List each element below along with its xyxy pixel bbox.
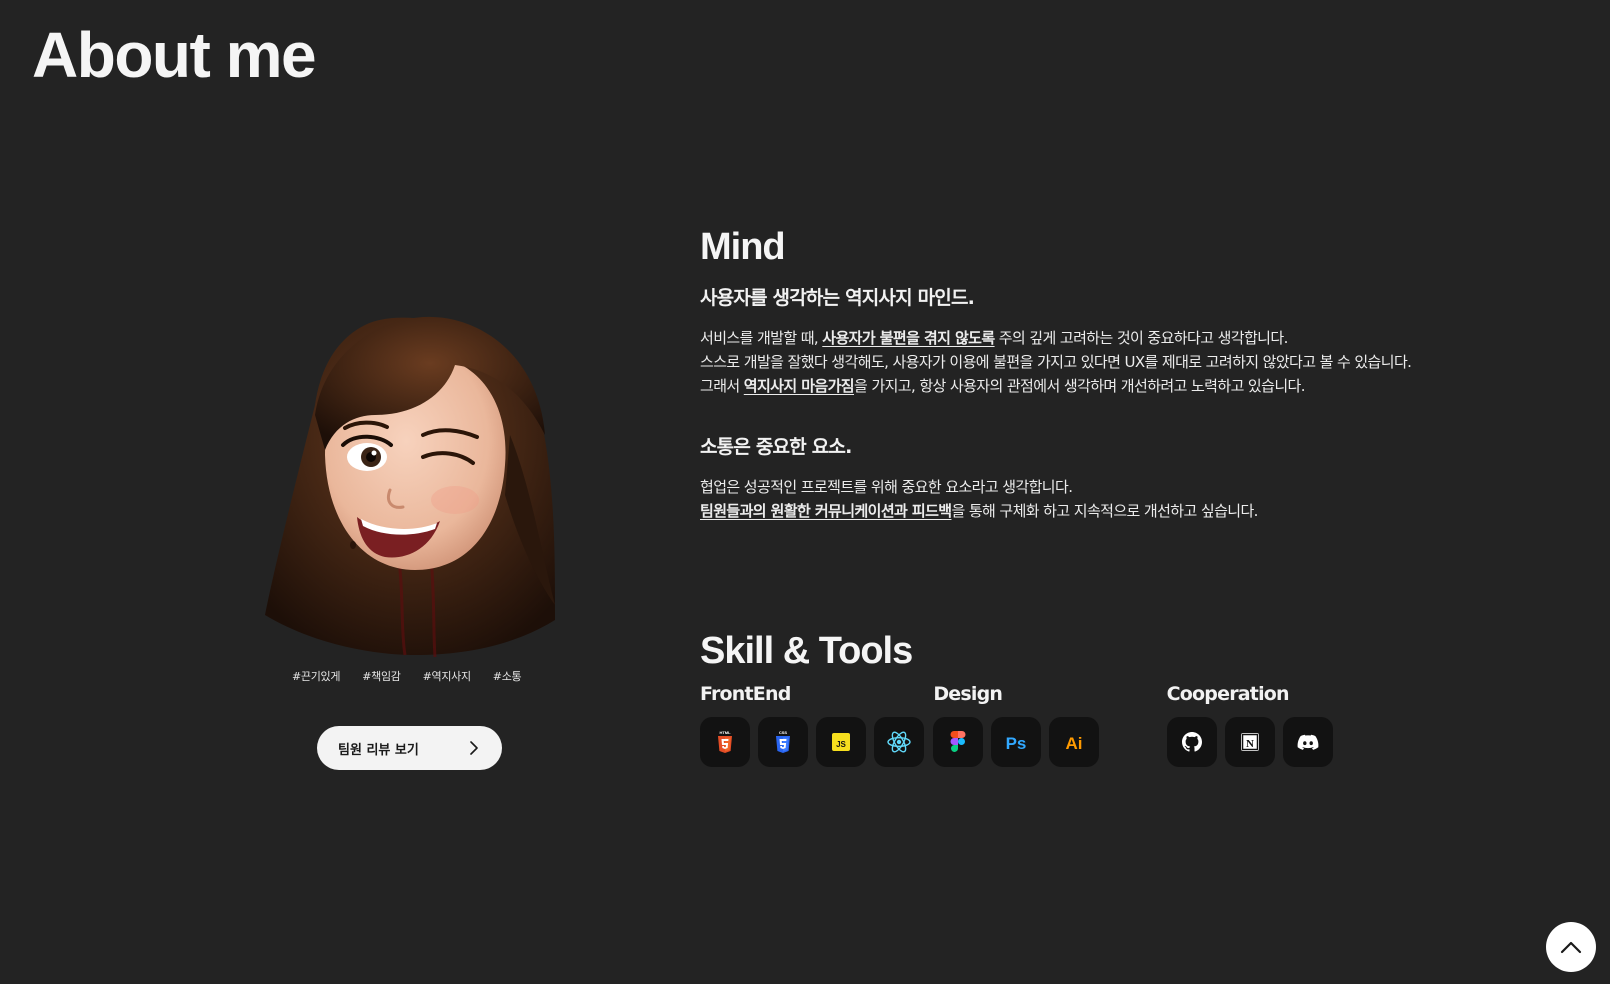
mind-paragraph-empathy: 서비스를 개발할 때, 사용자가 불편을 겪지 않도록 주의 깊게 고려하는 것… xyxy=(700,326,1460,398)
mind-section: Mind 사용자를 생각하는 역지사지 마인드. 서비스를 개발할 때, 사용자… xyxy=(700,226,1460,523)
skill-group-title: Cooperation xyxy=(1166,683,1290,705)
skill-group-design: Design Ps Ai xyxy=(933,683,1166,767)
text: 스스로 개발을 잘했다 생각해도, 사용자가 이용에 불편을 가지고 있다면 U… xyxy=(700,353,1412,371)
ai-label: Ai xyxy=(1066,734,1083,753)
js-label: JS xyxy=(836,740,846,749)
mind-subheading-empathy: 사용자를 생각하는 역지사지 마인드. xyxy=(700,287,975,309)
hashtag: #소통 xyxy=(492,670,522,683)
discord-icon[interactable] xyxy=(1282,717,1333,767)
scroll-to-top-button[interactable] xyxy=(1546,922,1596,972)
figma-icon[interactable] xyxy=(933,717,984,767)
mind-heading: Mind xyxy=(700,226,786,268)
skills-heading: Skill & Tools xyxy=(700,630,913,672)
css3-icon[interactable]: CSS xyxy=(758,717,808,767)
highlight-text: 팀원들과의 원활한 커뮤니케이션과 피드백 xyxy=(700,502,952,520)
team-review-button-label: 팀원 리뷰 보기 xyxy=(338,742,419,758)
text: 협업은 성공적인 프로젝트를 위해 중요한 요소라고 생각합니다. xyxy=(700,478,1073,496)
hashtag: #끈기있게 xyxy=(292,670,341,683)
skill-group-frontend: FrontEnd HTML CSS JS xyxy=(700,683,933,767)
highlight-text: 사용자가 불편을 겪지 않도록 xyxy=(822,329,995,347)
text: 을 가지고, 항상 사용자의 관점에서 생각하며 개선하려고 노력하고 있습니다… xyxy=(854,377,1305,395)
html5-icon[interactable]: HTML xyxy=(700,717,750,767)
html-caption: HTML xyxy=(719,730,731,735)
highlight-text: 역지사지 마음가짐 xyxy=(743,377,855,395)
memoji-avatar-icon xyxy=(255,285,575,660)
chevron-right-icon xyxy=(470,741,478,755)
hashtag: #역지사지 xyxy=(422,670,472,683)
photoshop-icon[interactable]: Ps xyxy=(991,717,1042,767)
skill-group-title: Design xyxy=(933,683,1003,705)
text: 을 통해 구체화 하고 지속적으로 개선하고 싶습니다. xyxy=(951,502,1258,520)
arrow-up-icon xyxy=(1560,941,1582,954)
mind-paragraph-communication: 협업은 성공적인 프로젝트를 위해 중요한 요소라고 생각합니다. 팀원들과의 … xyxy=(700,475,1460,523)
mind-subheading-communication: 소통은 중요한 요소. xyxy=(700,436,852,458)
text: 주의 깊게 고려하는 것이 중요하다고 생각합니다. xyxy=(994,329,1289,347)
team-review-button[interactable]: 팀원 리뷰 보기 xyxy=(317,726,502,770)
skill-group-cooperation: Cooperation N xyxy=(1166,683,1400,767)
about-page: About me #끈기있게 #책임감 #역지사지 #소통 팀원 리뷰 보기 M… xyxy=(0,0,1610,984)
text: 서비스를 개발할 때, xyxy=(700,329,823,347)
skill-group-title: FrontEnd xyxy=(700,683,791,705)
notion-icon[interactable]: N xyxy=(1224,717,1275,767)
skills-section: Skill & Tools FrontEnd HTML CSS JS Desig… xyxy=(700,630,1400,767)
page-title: About me xyxy=(32,19,317,91)
hashtag-list: #끈기있게 #책임감 #역지사지 #소통 xyxy=(292,668,522,684)
text: 그래서 xyxy=(700,377,744,395)
ps-label: Ps xyxy=(1006,734,1027,753)
css-caption: CSS xyxy=(779,730,788,735)
react-icon[interactable] xyxy=(874,717,924,767)
notion-label: N xyxy=(1246,738,1254,750)
github-icon[interactable] xyxy=(1166,717,1217,767)
javascript-icon[interactable]: JS xyxy=(816,717,866,767)
illustrator-icon[interactable]: Ai xyxy=(1049,717,1100,767)
hashtag: #책임감 xyxy=(362,670,401,683)
